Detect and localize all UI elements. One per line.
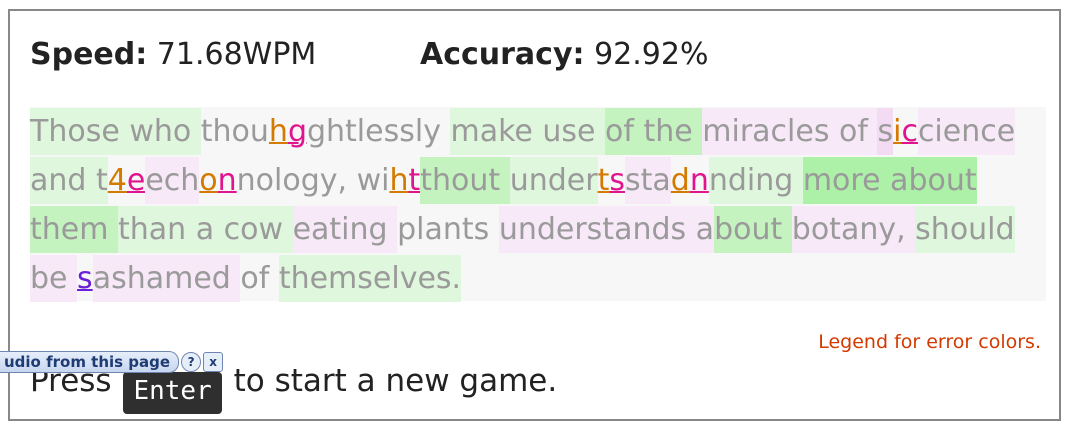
error-char: d <box>670 163 690 198</box>
error-char: h <box>389 163 409 198</box>
error-char: n <box>217 163 237 198</box>
text-segment: them <box>30 206 118 253</box>
error-char: e <box>126 163 146 198</box>
text-segment: ghtlessly <box>306 114 451 149</box>
text-segment: sta <box>624 157 671 204</box>
text-line: be sashamed of themselves. <box>30 254 1046 303</box>
error-char: t <box>597 163 610 198</box>
text-segment: understands a <box>498 206 715 253</box>
accuracy-label: Accuracy: <box>420 37 585 72</box>
text-segment: should <box>915 206 1015 253</box>
legend-link[interactable]: Legend for error colors. <box>818 331 1041 353</box>
text-segment: s <box>877 108 894 155</box>
text-segment: cience <box>917 108 1016 155</box>
speed-label: Speed: <box>30 37 148 72</box>
error-char: s <box>609 163 625 198</box>
stats-bar: Speed: 71.68WPM Accuracy: 92.92% <box>30 37 708 72</box>
error-char: 4 <box>107 163 127 198</box>
text-segment: be <box>30 255 78 302</box>
audio-overlay-label[interactable]: udio from this page <box>0 351 180 373</box>
text-segment: nology, wi <box>236 163 390 198</box>
text-segment: miracles of <box>702 108 878 155</box>
error-char: o <box>199 163 218 198</box>
text-segment: botany, <box>791 206 916 253</box>
text-line: Those who thouhgghtlessly make use of th… <box>30 107 1046 156</box>
typed-text-area: Those who thouhgghtlessly make use of th… <box>30 107 1046 303</box>
accuracy-stat: Accuracy: 92.92% <box>420 37 708 72</box>
speed-value: 71.68WPM <box>156 37 317 72</box>
enter-key: Enter <box>123 372 222 414</box>
text-segment: themselves. <box>278 255 462 302</box>
text-segment: plants <box>397 212 499 247</box>
audio-overlay[interactable]: udio from this page ? x <box>0 351 224 373</box>
error-char: g <box>287 114 307 149</box>
error-char: h <box>268 114 288 149</box>
text-segment: thou <box>200 114 269 149</box>
text-segment: of <box>240 261 279 296</box>
text-segment: of the <box>605 108 703 155</box>
speed-stat: Speed: 71.68WPM <box>30 37 316 72</box>
text-segment: Those who <box>30 108 201 155</box>
text-segment: more about <box>802 157 977 204</box>
text-segment: under <box>509 157 598 204</box>
text-segment: eating <box>292 206 398 253</box>
text-line: and t4eechonnology, wihtthout undertssta… <box>30 156 1046 205</box>
text-segment: thout <box>420 157 510 204</box>
text-segment: nding <box>708 157 803 204</box>
restart-suffix: to start a new game. <box>233 363 558 399</box>
text-segment: ech <box>145 157 200 204</box>
help-icon[interactable]: ? <box>181 352 202 372</box>
accuracy-value: 92.92% <box>594 37 709 72</box>
text-line: them than a cow eating plants understand… <box>30 205 1046 254</box>
text-segment: ashamed <box>92 255 241 302</box>
text-segment: bout <box>714 206 792 253</box>
text-segment: than a cow <box>118 206 293 253</box>
close-icon[interactable]: x <box>203 352 224 372</box>
error-char: s <box>77 261 93 296</box>
error-char: c <box>901 114 918 149</box>
error-char: t <box>408 163 421 198</box>
error-char: n <box>689 163 709 198</box>
text-segment: make use <box>450 108 606 155</box>
text-segment: and t <box>30 157 108 204</box>
